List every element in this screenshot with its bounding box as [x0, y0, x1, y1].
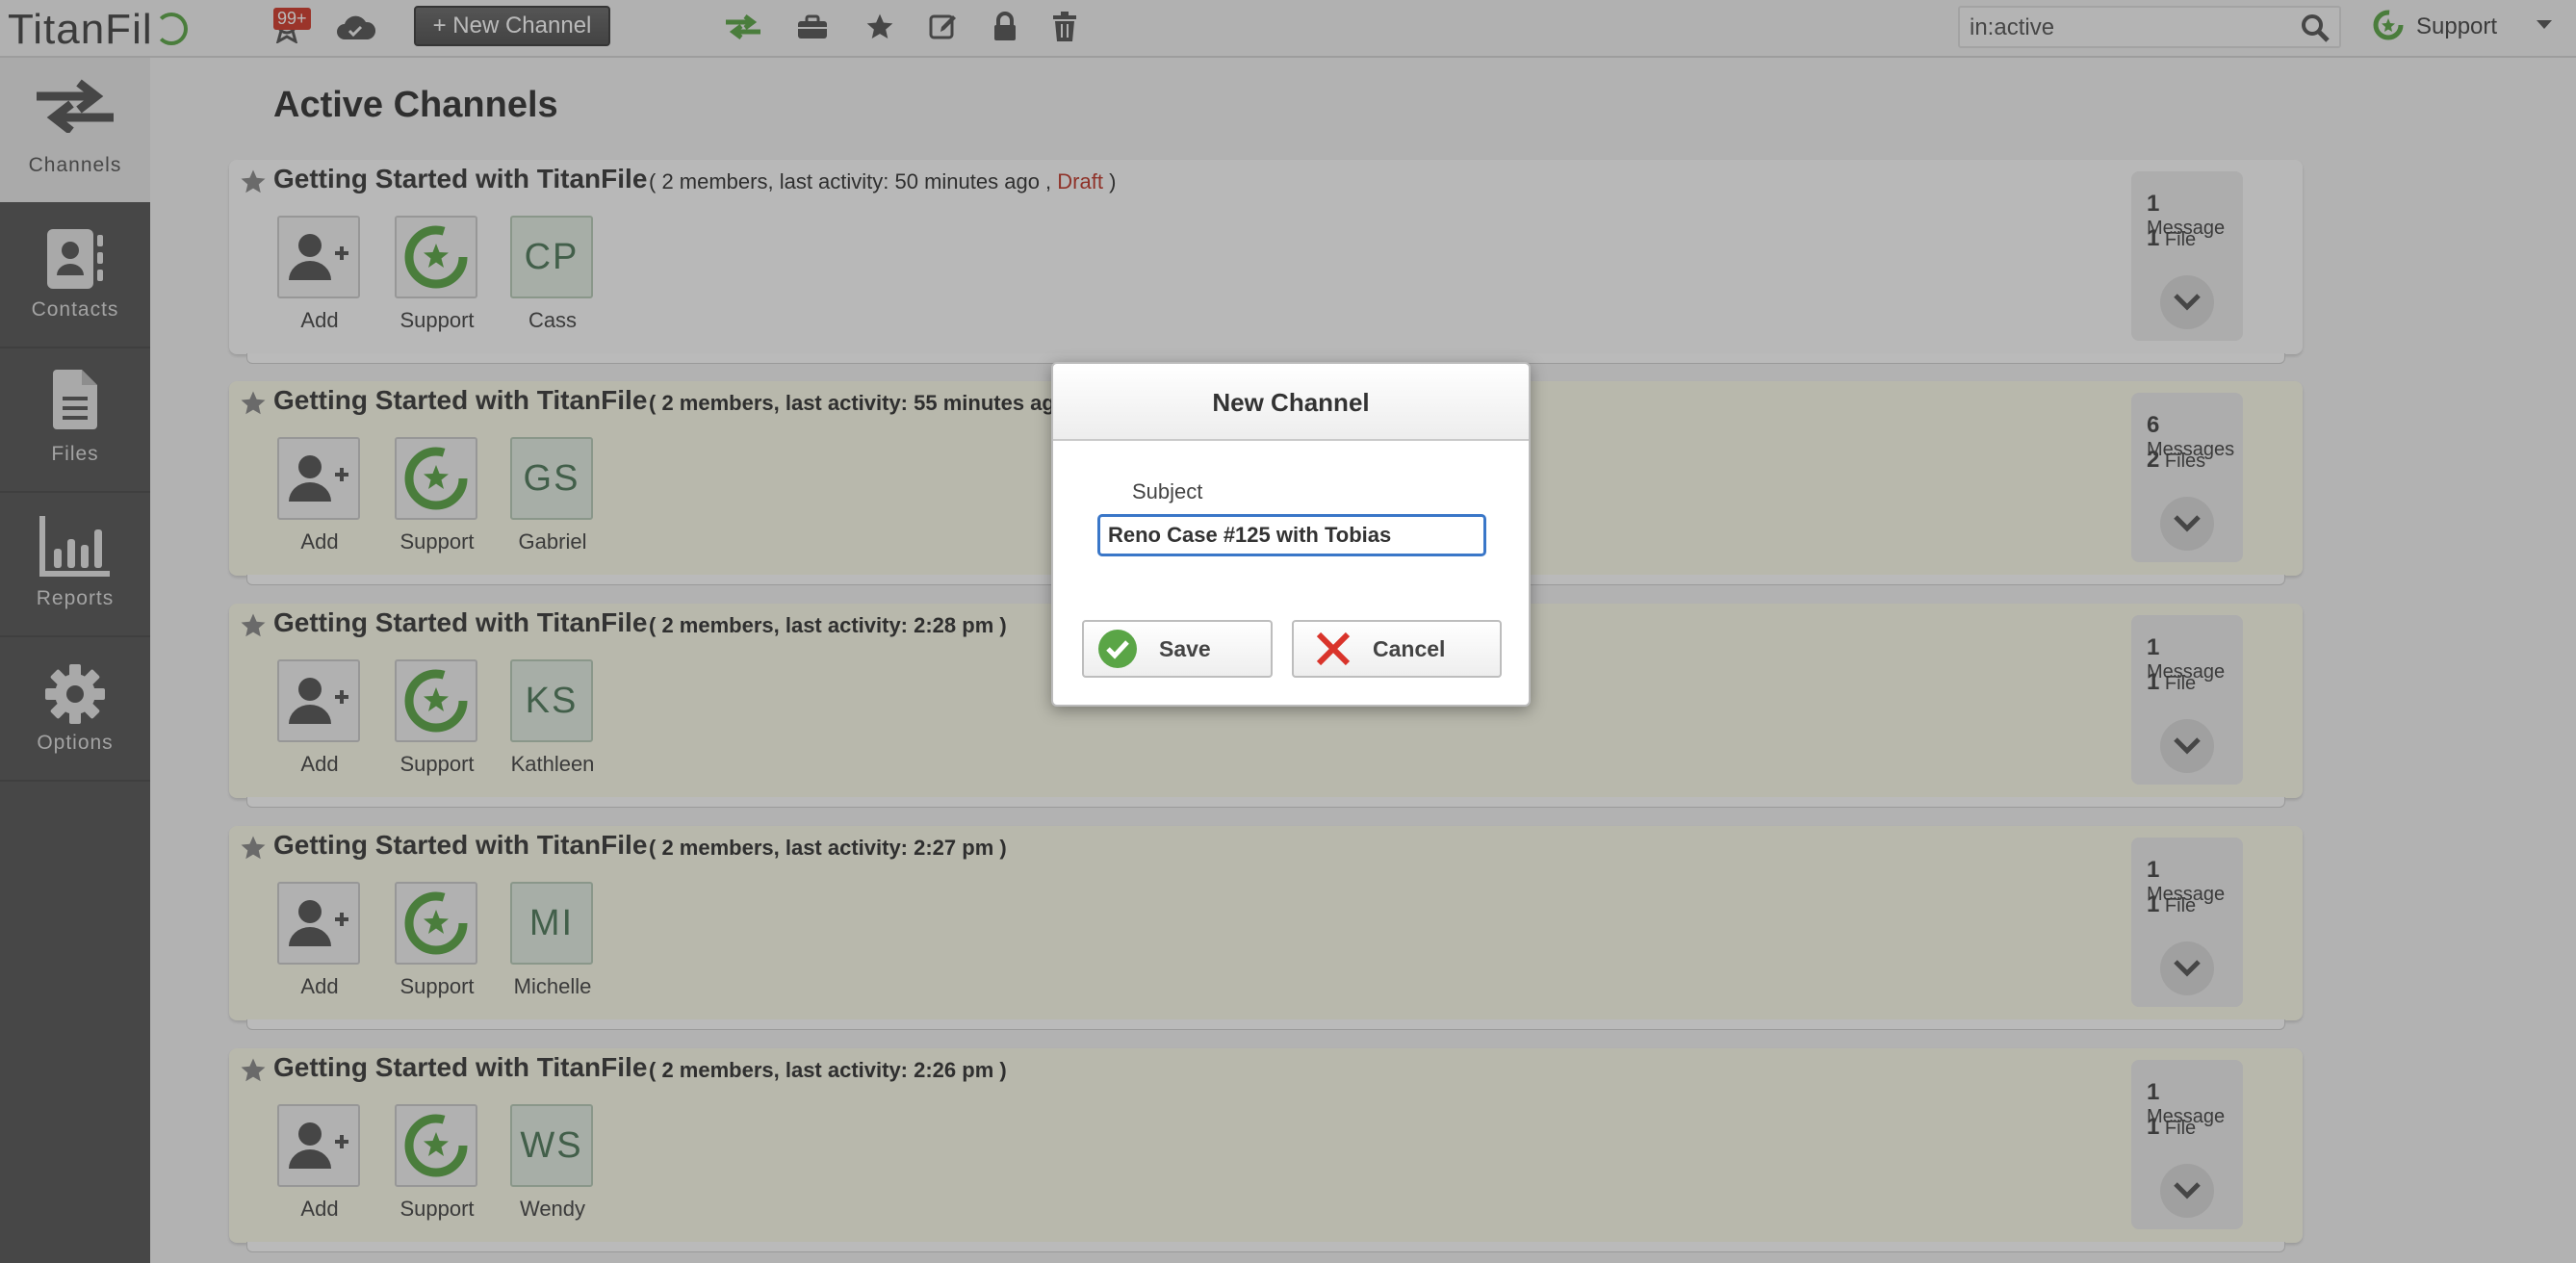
cancel-label: Cancel	[1373, 635, 1446, 661]
save-button[interactable]: Save	[1082, 620, 1273, 678]
subject-input[interactable]	[1097, 514, 1486, 556]
close-icon	[1315, 631, 1352, 667]
subject-label: Subject	[1132, 479, 1203, 503]
checkmark-icon	[1097, 629, 1138, 669]
dialog-title: New Channel	[1053, 364, 1529, 441]
new-channel-dialog: New Channel Subject Save Cancel	[1051, 362, 1531, 707]
save-label: Save	[1159, 635, 1211, 661]
cancel-button[interactable]: Cancel	[1292, 620, 1502, 678]
